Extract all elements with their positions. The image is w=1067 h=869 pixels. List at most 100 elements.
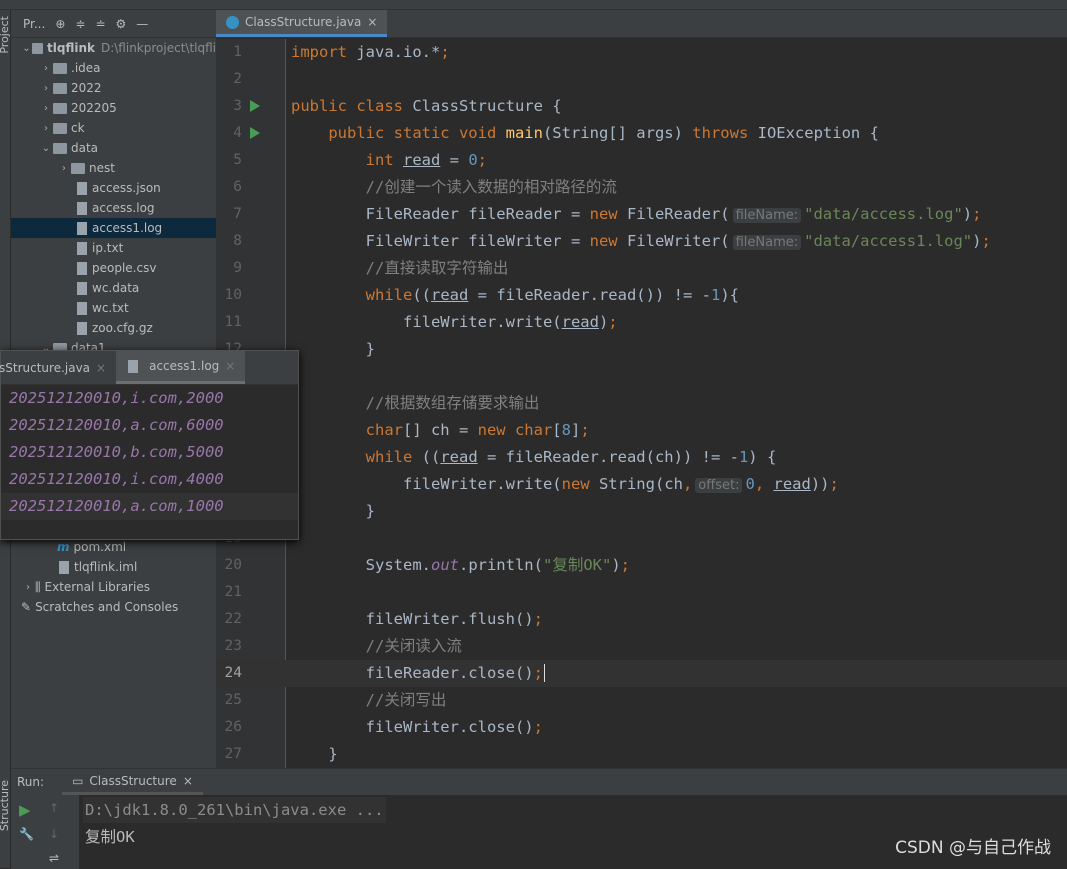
code-line[interactable]: 26 fileWriter.close(); — [216, 714, 1067, 741]
tree-item[interactable]: wc.data — [11, 278, 216, 298]
run-gutter-icon[interactable] — [250, 100, 260, 112]
library-icon: ⫼ — [35, 579, 41, 594]
code-token: public class — [291, 97, 413, 115]
code-line[interactable]: 25 //关闭写出 — [216, 687, 1067, 714]
code-line[interactable]: 23 //关闭读入流 — [216, 633, 1067, 660]
code-line[interactable]: 17 fileWriter.write(new String(ch,offset… — [216, 471, 1067, 498]
tree-item-label: .idea — [71, 61, 101, 75]
code-line[interactable]: 27 } — [216, 741, 1067, 768]
code-area[interactable]: 1 import java.io.*; 2 3 public class ClassSt… — [216, 39, 1067, 768]
folder-icon — [71, 162, 85, 174]
tree-item[interactable]: › .idea — [11, 58, 216, 78]
chevron-right-icon[interactable]: › — [57, 163, 71, 174]
locate-icon[interactable]: ⊕ — [55, 17, 65, 31]
soft-wrap-icon[interactable]: ⇌ — [49, 851, 59, 865]
tree-item[interactable]: › ⫼ External Libraries — [11, 577, 216, 597]
popup-content[interactable]: 202512120010,i.com,2000 202512120010,a.co… — [1, 385, 298, 520]
code-text: //创建一个读入数据的相对路径的流 — [291, 174, 617, 201]
tree-item[interactable]: people.csv — [11, 258, 216, 278]
tree-item[interactable]: ⌄ data — [11, 138, 216, 158]
code-line[interactable]: 24 fileReader.close(); — [216, 660, 1067, 687]
structure-tool-tab[interactable]: Structure — [0, 780, 11, 831]
gear-icon[interactable]: ⚙ — [116, 17, 127, 31]
code-line[interactable]: 2 — [216, 66, 1067, 93]
chevron-down-icon[interactable]: ⌄ — [39, 143, 53, 154]
code-line[interactable]: 7 FileReader fileReader = new FileReader… — [216, 201, 1067, 228]
tree-item-label: people.csv — [92, 261, 157, 275]
project-tool-tab[interactable]: Project — [0, 16, 11, 54]
close-icon[interactable]: × — [225, 359, 235, 373]
tree-item-label: pom.xml — [73, 540, 127, 554]
tree-item[interactable]: access.json — [11, 178, 216, 198]
tree-item[interactable]: ✎ Scratches and Consoles — [11, 597, 216, 617]
code-line[interactable]: 12 } — [216, 336, 1067, 363]
code-line[interactable]: 9 //直接读取字符输出 — [216, 255, 1067, 282]
run-tab[interactable]: ▭ ClassStructure × — [62, 769, 203, 795]
expand-all-icon[interactable]: ≑ — [75, 17, 85, 31]
code-line[interactable]: 10 while((read = fileReader.read()) != -… — [216, 282, 1067, 309]
tree-item[interactable]: › ck — [11, 118, 216, 138]
wrench-icon[interactable]: 🔧 — [19, 827, 34, 841]
tree-item[interactable]: wc.txt — [11, 298, 216, 318]
chevron-right-icon[interactable]: › — [21, 582, 35, 593]
editor-tabs: ClassStructure.java × — [216, 10, 1067, 38]
code-line[interactable]: 13 — [216, 363, 1067, 390]
chevron-right-icon[interactable]: › — [39, 63, 53, 74]
close-icon[interactable]: × — [367, 15, 377, 29]
code-line[interactable]: 1 import java.io.*; — [216, 39, 1067, 66]
chevron-right-icon[interactable]: › — [39, 103, 53, 114]
project-view-dropdown[interactable]: Pr... — [23, 17, 45, 31]
code-line[interactable]: 11 fileWriter.write(read); — [216, 309, 1067, 336]
line-number: 2 — [233, 71, 242, 87]
code-line[interactable]: 4 public static void main(String[] args)… — [216, 120, 1067, 147]
tree-item[interactable]: access.log — [11, 198, 216, 218]
tree-item[interactable]: zoo.cfg.gz — [11, 318, 216, 338]
code-line[interactable]: 18 } — [216, 498, 1067, 525]
tab-classstructure[interactable]: ClassStructure.java × — [216, 10, 388, 37]
code-token: fileWriter.close() — [291, 718, 534, 736]
code-line[interactable]: 22 fileWriter.flush(); — [216, 606, 1067, 633]
tree-item-label: zoo.cfg.gz — [92, 321, 153, 335]
code-line[interactable]: 6 //创建一个读入数据的相对路径的流 — [216, 174, 1067, 201]
tree-item[interactable]: › 2022 — [11, 78, 216, 98]
tree-item[interactable]: › 202205 — [11, 98, 216, 118]
code-text: public class ClassStructure { — [291, 93, 562, 120]
root-label: tlqflink — [47, 41, 95, 55]
code-line[interactable]: 20 System.out.println("复制OK"); — [216, 552, 1067, 579]
line-number: 4 — [233, 125, 242, 141]
collapse-all-icon[interactable]: ≐ — [95, 17, 105, 31]
code-line[interactable]: 16 while ((read = fileReader.read(ch)) !… — [216, 444, 1067, 471]
chevron-right-icon[interactable]: › — [39, 123, 53, 134]
code-token: int — [365, 151, 403, 169]
code-line[interactable]: 19 — [216, 525, 1067, 552]
folder-icon — [53, 82, 67, 94]
tree-item[interactable]: › nest — [11, 158, 216, 178]
code-line[interactable]: 14 //根据数组存储要求输出 — [216, 390, 1067, 417]
hide-icon[interactable]: — — [136, 17, 148, 31]
chevron-down-icon[interactable]: ⌄ — [21, 43, 32, 54]
up-icon[interactable]: ↑ — [49, 801, 59, 815]
run-gutter-icon[interactable] — [250, 127, 260, 139]
popup-tab[interactable]: sStructure.java × — [0, 351, 116, 384]
close-icon[interactable]: × — [96, 361, 106, 375]
file-icon — [59, 560, 69, 574]
code-line[interactable]: 3 public class ClassStructure { — [216, 93, 1067, 120]
chevron-right-icon[interactable]: › — [39, 83, 53, 94]
line-number: 21 — [224, 584, 242, 600]
code-line[interactable]: 8 FileWriter fileWriter = new FileWriter… — [216, 228, 1067, 255]
code-text: FileReader fileReader = new FileReader(f… — [291, 201, 981, 229]
code-line[interactable]: 5 int read = 0; — [216, 147, 1067, 174]
popup-tab[interactable]: access1.log × — [116, 351, 246, 384]
tree-item[interactable]: m pom.xml — [11, 537, 216, 557]
tree-root[interactable]: ⌄ tlqflink D:\flinkproject\tlqfli — [11, 38, 216, 58]
code-line[interactable]: 15 char[] ch = new char[8]; — [216, 417, 1067, 444]
log-line: 202512120010,i.com,4000 — [9, 470, 224, 488]
tree-item[interactable]: ip.txt — [11, 238, 216, 258]
tree-item[interactable]: access1.log — [11, 218, 216, 238]
close-icon[interactable]: × — [183, 774, 193, 788]
rerun-icon[interactable]: ▶ — [19, 801, 31, 819]
down-icon[interactable]: ↓ — [49, 827, 59, 841]
tree-item[interactable]: tlqflink.iml — [11, 557, 216, 577]
code-line[interactable]: 21 — [216, 579, 1067, 606]
